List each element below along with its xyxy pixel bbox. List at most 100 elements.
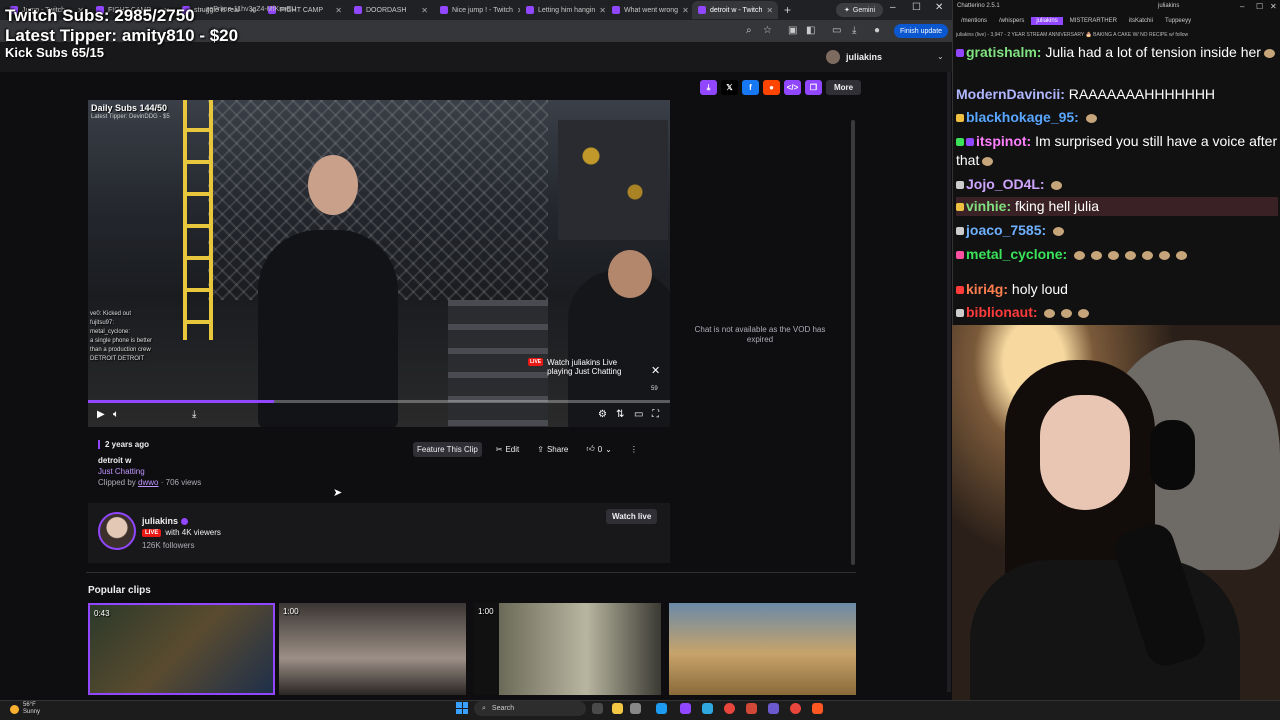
browser-tab[interactable]: Letting him hangin ✕ — [520, 1, 606, 19]
app-icon[interactable] — [656, 703, 667, 714]
download-icon[interactable]: ⤓ — [700, 80, 717, 95]
puzzle-icon[interactable]: ◧ — [806, 25, 815, 36]
more-options-icon[interactable]: ⋮ — [626, 442, 642, 457]
chat-message[interactable]: joaco_7585: — [956, 221, 1278, 240]
reddit-icon[interactable]: ● — [763, 80, 780, 95]
chat-username[interactable]: kiri4g: — [966, 281, 1008, 297]
avatar[interactable] — [98, 512, 136, 550]
clip-thumbnail[interactable]: 0:43 — [88, 603, 275, 695]
bookmark-star-icon[interactable]: ☆ — [763, 25, 772, 36]
clipper-link[interactable]: dwwo — [138, 478, 158, 487]
close-tab-icon[interactable]: ✕ — [421, 6, 428, 15]
chat-message[interactable]: biblionaut: — [956, 303, 1278, 322]
weather-widget[interactable]: 56°F Sunny — [10, 702, 40, 716]
chat-message[interactable]: itspinot: Im surprised you still have a … — [956, 132, 1278, 170]
chatterino-user[interactable]: juliakins — [1158, 3, 1179, 9]
clip-category-link[interactable]: Just Chatting — [98, 467, 145, 476]
taskbar-search[interactable]: ⌕ Search — [474, 701, 586, 716]
chat-tab[interactable]: MISTERARTHER — [1065, 17, 1122, 25]
extension-icon[interactable]: ▣ — [788, 25, 797, 36]
file-explorer-icon[interactable] — [612, 703, 623, 714]
settings-gear-icon[interactable]: ⚙ — [598, 409, 607, 420]
edge-icon[interactable] — [702, 703, 713, 714]
chat-username[interactable]: joaco_7585: — [966, 222, 1046, 238]
chat-username[interactable]: vinhie: — [966, 198, 1011, 214]
chat-username[interactable]: metal_cyclone: — [966, 246, 1067, 262]
chat-username[interactable]: gratishalm: — [966, 44, 1041, 60]
chat-message[interactable]: gratishalm: Julia had a lot of tension i… — [956, 43, 1278, 62]
app-icon[interactable] — [680, 703, 691, 714]
watch-live-card[interactable]: LIVE Watch juliakins Live playing Just Ch… — [528, 358, 663, 388]
chat-tab[interactable]: Tuppeeyy — [1160, 17, 1196, 25]
browser-tab[interactable]: What went wrong ✕ — [606, 1, 692, 19]
app-icon[interactable] — [746, 703, 757, 714]
play-icon[interactable]: ▶ — [97, 409, 105, 420]
more-button[interactable]: More — [826, 80, 862, 95]
maximize-icon[interactable]: ☐ — [912, 2, 921, 13]
browser-tab-active[interactable]: detroit w - Twitch ✕ — [692, 1, 778, 19]
chat-tab[interactable]: /mentions — [956, 17, 992, 25]
chrome-icon[interactable] — [724, 703, 735, 714]
profile-icon[interactable]: ● — [874, 25, 880, 36]
chevron-down-icon[interactable]: ⌄ — [937, 52, 944, 61]
gemini-button[interactable]: ✦ Gemini — [836, 3, 884, 17]
chat-username[interactable]: itspinot: — [976, 133, 1031, 149]
close-tab-icon[interactable]: ✕ — [335, 6, 342, 15]
task-view-icon[interactable] — [592, 703, 603, 714]
minimize-icon[interactable]: – — [1240, 2, 1244, 11]
finish-update-button[interactable]: Finish update — [894, 24, 949, 38]
close-window-icon[interactable]: ✕ — [935, 2, 943, 13]
like-button[interactable]: 👍︎ 0 ⌄ — [582, 441, 616, 457]
chat-username[interactable]: ModernDavincii: — [956, 86, 1065, 102]
browser-tab[interactable]: DOORDASH ✕ — [348, 1, 434, 19]
chevron-down-icon[interactable]: ⌄ — [605, 445, 612, 454]
maximize-icon[interactable]: ☐ — [1256, 2, 1263, 11]
facebook-icon[interactable]: f — [742, 80, 759, 95]
app-icon[interactable] — [768, 703, 779, 714]
minimize-icon[interactable]: – — [890, 2, 896, 13]
chat-message-highlighted[interactable]: vinhie: fking hell julia — [956, 197, 1278, 216]
clip-thumbnail[interactable]: 1:00 — [279, 603, 466, 695]
chat-username[interactable]: biblionaut: — [966, 304, 1038, 320]
chat-username[interactable]: blackhokage_95: — [966, 109, 1079, 125]
clip-thumbnail[interactable] — [669, 603, 856, 695]
fullscreen-icon[interactable]: ⛶ — [652, 409, 659, 420]
chat-tab[interactable]: itsKatchii — [1124, 17, 1158, 25]
chat-message[interactable]: kiri4g: holy loud — [956, 280, 1278, 299]
chrome-icon[interactable] — [790, 703, 801, 714]
edit-button[interactable]: ✂ Edit — [492, 442, 524, 457]
chat-message[interactable]: ModernDavincii: RAAAAAAAHHHHHHH — [956, 85, 1278, 104]
close-window-icon[interactable]: ✕ — [1270, 2, 1277, 11]
x-twitter-icon[interactable]: 𝕏 — [721, 80, 738, 95]
chat-tab[interactable]: /whispers — [994, 17, 1029, 25]
scrollbar[interactable] — [851, 120, 855, 565]
embed-icon[interactable]: </> — [784, 80, 801, 95]
chat-message[interactable]: metal_cyclone: — [956, 245, 1278, 264]
video-player[interactable]: Daily Subs 144/50 Latest Tipper: DevinDD… — [88, 100, 670, 427]
clip-thumbnail[interactable]: 1:00 — [474, 603, 661, 695]
download-icon[interactable]: ⤓ — [192, 409, 196, 420]
watch-live-button[interactable]: Watch live — [606, 509, 658, 524]
feature-clip-button[interactable]: Feature This Clip — [413, 441, 482, 457]
new-tab-icon[interactable]: + — [778, 3, 797, 17]
zoom-icon[interactable]: ⌕ — [746, 25, 752, 36]
theatre-mode-icon[interactable]: ▭ — [634, 409, 643, 420]
video-progress-bar[interactable] — [88, 400, 670, 403]
chat-message[interactable]: Jojo_OD4L: — [956, 175, 1278, 194]
copy-link-icon[interactable]: ❐ — [805, 80, 822, 95]
sidebar-icon[interactable]: ▭ — [832, 25, 841, 36]
streamer-name[interactable]: juliakins — [142, 516, 189, 526]
download-icon[interactable]: ⤓ — [852, 25, 856, 36]
windows-start-icon[interactable] — [456, 702, 468, 714]
close-tab-icon[interactable]: ✕ — [682, 6, 689, 15]
chat-tab-active[interactable]: juliakins — [1031, 17, 1063, 25]
chat-username[interactable]: Jojo_OD4L: — [966, 176, 1045, 192]
page-scrollbar[interactable] — [947, 72, 951, 692]
clip-icon[interactable]: ⇅ — [616, 409, 624, 420]
app-icon[interactable] — [630, 703, 641, 714]
close-tab-icon[interactable]: ✕ — [599, 6, 606, 15]
close-tab-icon[interactable]: ✕ — [766, 6, 773, 15]
volume-icon[interactable]: 🔈︎ — [113, 409, 119, 420]
chat-message[interactable]: blackhokage_95: — [956, 108, 1278, 127]
browser-tab[interactable]: Nice jump ! - Twitch✕ — [434, 1, 520, 19]
